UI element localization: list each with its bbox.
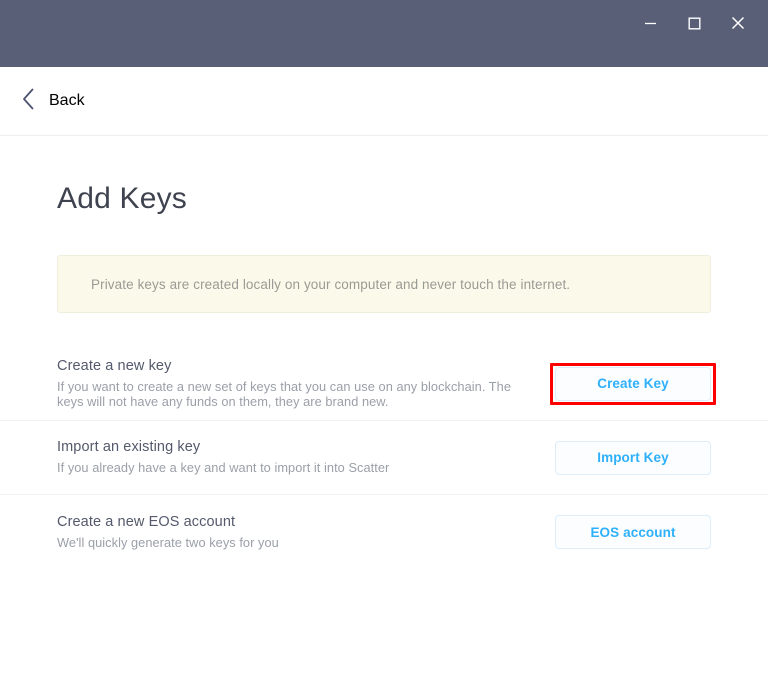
navigation-bar: Back: [0, 67, 768, 136]
eos-account-button[interactable]: EOS account: [555, 515, 711, 549]
option-text: Import an existing key If you already ha…: [57, 439, 389, 475]
create-key-button[interactable]: Create Key: [555, 366, 711, 401]
close-icon: [731, 16, 745, 30]
maximize-button[interactable]: [672, 1, 716, 45]
option-title: Create a new key: [57, 357, 172, 374]
option-description: If you already have a key and want to im…: [57, 460, 390, 476]
option-title: Import an existing key: [57, 439, 201, 456]
import-key-button-wrap: Import Key: [555, 440, 711, 475]
option-text: Create a new key If you want to create a…: [57, 358, 537, 409]
close-button[interactable]: [716, 1, 760, 45]
eos-account-button-wrap: EOS account: [555, 515, 711, 549]
option-row-import-key: Import an existing key If you already ha…: [0, 421, 768, 495]
option-row-eos-account: Create a new EOS account We'll quickly g…: [0, 495, 768, 569]
option-description: We'll quickly generate two keys for you: [57, 534, 279, 550]
option-title: Create a new EOS account: [57, 513, 236, 530]
page-title: Add Keys: [57, 182, 188, 215]
maximize-icon: [688, 17, 701, 30]
minimize-button[interactable]: [628, 1, 672, 45]
window-controls: [628, 0, 768, 46]
create-key-button-highlight: Create Key: [550, 362, 716, 405]
option-row-create-key: Create a new key If you want to create a…: [0, 347, 768, 421]
back-button[interactable]: Back: [22, 88, 85, 115]
import-key-button[interactable]: Import Key: [555, 440, 711, 475]
option-text: Create a new EOS account We'll quickly g…: [57, 514, 279, 550]
main-content: Add Keys Private keys are created locall…: [0, 136, 768, 569]
privacy-notice-text: Private keys are created locally on your…: [91, 276, 571, 292]
back-label: Back: [49, 92, 85, 109]
window-titlebar: [0, 0, 768, 67]
chevron-left-icon: [22, 88, 35, 115]
minimize-icon: [644, 17, 657, 30]
key-options-list: Create a new key If you want to create a…: [0, 347, 768, 569]
option-description: If you want to create a new set of keys …: [57, 378, 512, 409]
privacy-notice-banner: Private keys are created locally on your…: [57, 255, 711, 313]
